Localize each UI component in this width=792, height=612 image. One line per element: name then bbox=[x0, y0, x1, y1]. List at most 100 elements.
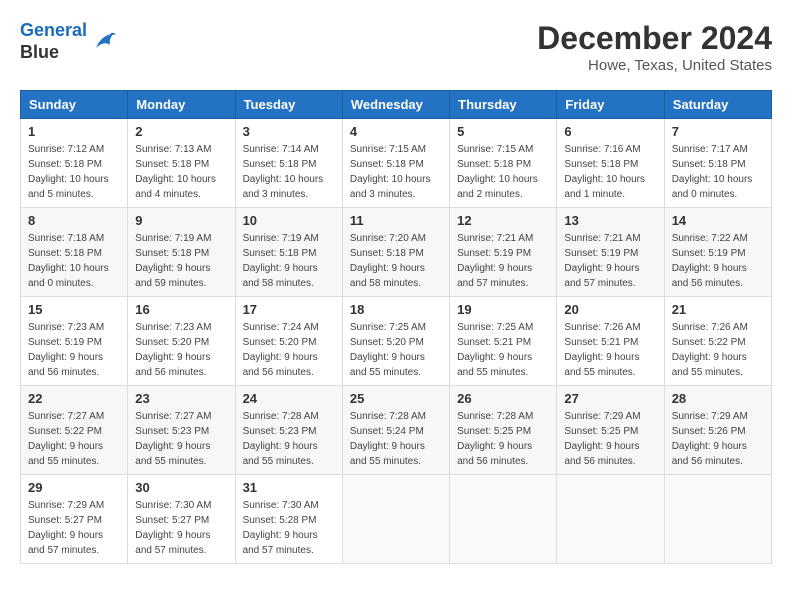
calendar-week-row-1: 1 Sunrise: 7:12 AM Sunset: 5:18 PM Dayli… bbox=[21, 119, 772, 208]
calendar-cell: 24 Sunrise: 7:28 AM Sunset: 5:23 PM Dayl… bbox=[235, 386, 342, 475]
day-info: Sunrise: 7:19 AM Sunset: 5:18 PM Dayligh… bbox=[243, 231, 335, 291]
day-number: 20 bbox=[564, 302, 656, 317]
day-number: 21 bbox=[672, 302, 764, 317]
day-number: 24 bbox=[243, 391, 335, 406]
day-info: Sunrise: 7:26 AM Sunset: 5:22 PM Dayligh… bbox=[672, 320, 764, 380]
day-number: 15 bbox=[28, 302, 120, 317]
day-number: 13 bbox=[564, 213, 656, 228]
day-number: 11 bbox=[350, 213, 442, 228]
calendar-cell: 19 Sunrise: 7:25 AM Sunset: 5:21 PM Dayl… bbox=[450, 297, 557, 386]
calendar-cell: 13 Sunrise: 7:21 AM Sunset: 5:19 PM Dayl… bbox=[557, 208, 664, 297]
month-title: December 2024 bbox=[537, 20, 772, 57]
day-number: 29 bbox=[28, 480, 120, 495]
day-number: 18 bbox=[350, 302, 442, 317]
day-number: 25 bbox=[350, 391, 442, 406]
day-number: 1 bbox=[28, 124, 120, 139]
calendar-table: SundayMondayTuesdayWednesdayThursdayFrid… bbox=[20, 90, 772, 564]
day-info: Sunrise: 7:29 AM Sunset: 5:27 PM Dayligh… bbox=[28, 498, 120, 558]
day-info: Sunrise: 7:28 AM Sunset: 5:25 PM Dayligh… bbox=[457, 409, 549, 469]
calendar-week-row-4: 22 Sunrise: 7:27 AM Sunset: 5:22 PM Dayl… bbox=[21, 386, 772, 475]
calendar-cell: 1 Sunrise: 7:12 AM Sunset: 5:18 PM Dayli… bbox=[21, 119, 128, 208]
calendar-cell: 29 Sunrise: 7:29 AM Sunset: 5:27 PM Dayl… bbox=[21, 475, 128, 564]
day-number: 2 bbox=[135, 124, 227, 139]
day-info: Sunrise: 7:27 AM Sunset: 5:23 PM Dayligh… bbox=[135, 409, 227, 469]
logo-bird-icon bbox=[89, 28, 117, 56]
day-info: Sunrise: 7:22 AM Sunset: 5:19 PM Dayligh… bbox=[672, 231, 764, 291]
calendar-cell: 26 Sunrise: 7:28 AM Sunset: 5:25 PM Dayl… bbox=[450, 386, 557, 475]
calendar-cell: 2 Sunrise: 7:13 AM Sunset: 5:18 PM Dayli… bbox=[128, 119, 235, 208]
weekday-header-thursday: Thursday bbox=[450, 91, 557, 119]
day-number: 5 bbox=[457, 124, 549, 139]
day-info: Sunrise: 7:21 AM Sunset: 5:19 PM Dayligh… bbox=[457, 231, 549, 291]
calendar-cell: 3 Sunrise: 7:14 AM Sunset: 5:18 PM Dayli… bbox=[235, 119, 342, 208]
logo-text: GeneralBlue bbox=[20, 20, 87, 63]
day-info: Sunrise: 7:12 AM Sunset: 5:18 PM Dayligh… bbox=[28, 142, 120, 202]
calendar-cell: 25 Sunrise: 7:28 AM Sunset: 5:24 PM Dayl… bbox=[342, 386, 449, 475]
page-header: GeneralBlue December 2024 Howe, Texas, U… bbox=[20, 20, 772, 74]
calendar-cell bbox=[450, 475, 557, 564]
day-info: Sunrise: 7:25 AM Sunset: 5:21 PM Dayligh… bbox=[457, 320, 549, 380]
day-number: 7 bbox=[672, 124, 764, 139]
calendar-cell: 5 Sunrise: 7:15 AM Sunset: 5:18 PM Dayli… bbox=[450, 119, 557, 208]
weekday-header-sunday: Sunday bbox=[21, 91, 128, 119]
calendar-cell: 11 Sunrise: 7:20 AM Sunset: 5:18 PM Dayl… bbox=[342, 208, 449, 297]
calendar-cell: 8 Sunrise: 7:18 AM Sunset: 5:18 PM Dayli… bbox=[21, 208, 128, 297]
calendar-cell: 10 Sunrise: 7:19 AM Sunset: 5:18 PM Dayl… bbox=[235, 208, 342, 297]
day-info: Sunrise: 7:29 AM Sunset: 5:25 PM Dayligh… bbox=[564, 409, 656, 469]
day-info: Sunrise: 7:26 AM Sunset: 5:21 PM Dayligh… bbox=[564, 320, 656, 380]
day-number: 23 bbox=[135, 391, 227, 406]
day-number: 17 bbox=[243, 302, 335, 317]
day-info: Sunrise: 7:23 AM Sunset: 5:20 PM Dayligh… bbox=[135, 320, 227, 380]
calendar-cell: 28 Sunrise: 7:29 AM Sunset: 5:26 PM Dayl… bbox=[664, 386, 771, 475]
calendar-cell: 14 Sunrise: 7:22 AM Sunset: 5:19 PM Dayl… bbox=[664, 208, 771, 297]
day-number: 9 bbox=[135, 213, 227, 228]
day-info: Sunrise: 7:23 AM Sunset: 5:19 PM Dayligh… bbox=[28, 320, 120, 380]
weekday-header-row: SundayMondayTuesdayWednesdayThursdayFrid… bbox=[21, 91, 772, 119]
calendar-cell: 22 Sunrise: 7:27 AM Sunset: 5:22 PM Dayl… bbox=[21, 386, 128, 475]
day-info: Sunrise: 7:30 AM Sunset: 5:28 PM Dayligh… bbox=[243, 498, 335, 558]
day-number: 30 bbox=[135, 480, 227, 495]
location-text: Howe, Texas, United States bbox=[537, 57, 772, 74]
day-info: Sunrise: 7:18 AM Sunset: 5:18 PM Dayligh… bbox=[28, 231, 120, 291]
day-info: Sunrise: 7:19 AM Sunset: 5:18 PM Dayligh… bbox=[135, 231, 227, 291]
calendar-cell: 7 Sunrise: 7:17 AM Sunset: 5:18 PM Dayli… bbox=[664, 119, 771, 208]
calendar-cell: 20 Sunrise: 7:26 AM Sunset: 5:21 PM Dayl… bbox=[557, 297, 664, 386]
day-info: Sunrise: 7:25 AM Sunset: 5:20 PM Dayligh… bbox=[350, 320, 442, 380]
calendar-cell bbox=[664, 475, 771, 564]
day-number: 31 bbox=[243, 480, 335, 495]
calendar-cell: 17 Sunrise: 7:24 AM Sunset: 5:20 PM Dayl… bbox=[235, 297, 342, 386]
day-info: Sunrise: 7:15 AM Sunset: 5:18 PM Dayligh… bbox=[457, 142, 549, 202]
logo: GeneralBlue bbox=[20, 20, 117, 63]
day-info: Sunrise: 7:27 AM Sunset: 5:22 PM Dayligh… bbox=[28, 409, 120, 469]
day-info: Sunrise: 7:24 AM Sunset: 5:20 PM Dayligh… bbox=[243, 320, 335, 380]
day-info: Sunrise: 7:14 AM Sunset: 5:18 PM Dayligh… bbox=[243, 142, 335, 202]
calendar-cell: 23 Sunrise: 7:27 AM Sunset: 5:23 PM Dayl… bbox=[128, 386, 235, 475]
calendar-cell bbox=[342, 475, 449, 564]
calendar-cell: 21 Sunrise: 7:26 AM Sunset: 5:22 PM Dayl… bbox=[664, 297, 771, 386]
day-number: 4 bbox=[350, 124, 442, 139]
day-info: Sunrise: 7:21 AM Sunset: 5:19 PM Dayligh… bbox=[564, 231, 656, 291]
weekday-header-saturday: Saturday bbox=[664, 91, 771, 119]
weekday-header-friday: Friday bbox=[557, 91, 664, 119]
calendar-cell: 15 Sunrise: 7:23 AM Sunset: 5:19 PM Dayl… bbox=[21, 297, 128, 386]
day-number: 22 bbox=[28, 391, 120, 406]
day-number: 16 bbox=[135, 302, 227, 317]
day-number: 14 bbox=[672, 213, 764, 228]
day-number: 3 bbox=[243, 124, 335, 139]
day-number: 8 bbox=[28, 213, 120, 228]
day-info: Sunrise: 7:16 AM Sunset: 5:18 PM Dayligh… bbox=[564, 142, 656, 202]
day-info: Sunrise: 7:28 AM Sunset: 5:24 PM Dayligh… bbox=[350, 409, 442, 469]
calendar-cell: 6 Sunrise: 7:16 AM Sunset: 5:18 PM Dayli… bbox=[557, 119, 664, 208]
calendar-week-row-2: 8 Sunrise: 7:18 AM Sunset: 5:18 PM Dayli… bbox=[21, 208, 772, 297]
day-info: Sunrise: 7:13 AM Sunset: 5:18 PM Dayligh… bbox=[135, 142, 227, 202]
day-number: 19 bbox=[457, 302, 549, 317]
calendar-cell: 4 Sunrise: 7:15 AM Sunset: 5:18 PM Dayli… bbox=[342, 119, 449, 208]
calendar-week-row-3: 15 Sunrise: 7:23 AM Sunset: 5:19 PM Dayl… bbox=[21, 297, 772, 386]
weekday-header-wednesday: Wednesday bbox=[342, 91, 449, 119]
day-info: Sunrise: 7:17 AM Sunset: 5:18 PM Dayligh… bbox=[672, 142, 764, 202]
calendar-cell: 31 Sunrise: 7:30 AM Sunset: 5:28 PM Dayl… bbox=[235, 475, 342, 564]
day-info: Sunrise: 7:29 AM Sunset: 5:26 PM Dayligh… bbox=[672, 409, 764, 469]
day-number: 10 bbox=[243, 213, 335, 228]
day-info: Sunrise: 7:30 AM Sunset: 5:27 PM Dayligh… bbox=[135, 498, 227, 558]
day-number: 27 bbox=[564, 391, 656, 406]
